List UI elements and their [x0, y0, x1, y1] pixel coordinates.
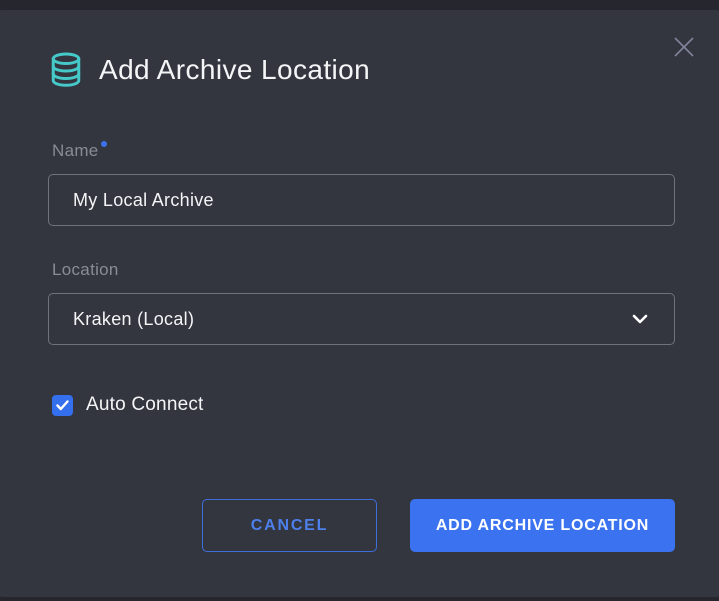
- database-icon: [48, 51, 84, 89]
- location-label: Location: [52, 260, 675, 280]
- auto-connect-checkbox[interactable]: [52, 395, 73, 416]
- auto-connect-toggle[interactable]: Auto Connect: [52, 394, 204, 416]
- close-button[interactable]: [667, 30, 701, 64]
- location-field-group: Location Kraken (Local): [48, 260, 675, 345]
- add-archive-location-dialog: Add Archive Location Name Location Krake…: [0, 10, 719, 597]
- name-label: Name: [52, 141, 675, 161]
- cancel-button[interactable]: CANCEL: [202, 499, 377, 552]
- add-archive-location-button[interactable]: ADD ARCHIVE LOCATION: [410, 499, 675, 552]
- location-select-value: Kraken (Local): [73, 309, 194, 330]
- location-select[interactable]: Kraken (Local): [48, 293, 675, 345]
- auto-connect-label: Auto Connect: [86, 394, 204, 416]
- chevron-down-icon: [632, 314, 648, 324]
- dialog-header: Add Archive Location: [48, 51, 675, 89]
- close-icon: [671, 34, 697, 60]
- required-indicator: [101, 141, 107, 147]
- dialog-title: Add Archive Location: [99, 54, 370, 86]
- dialog-actions: CANCEL ADD ARCHIVE LOCATION: [48, 499, 675, 552]
- checkmark-icon: [56, 400, 69, 411]
- name-field-group: Name: [48, 141, 675, 226]
- name-input[interactable]: [48, 174, 675, 226]
